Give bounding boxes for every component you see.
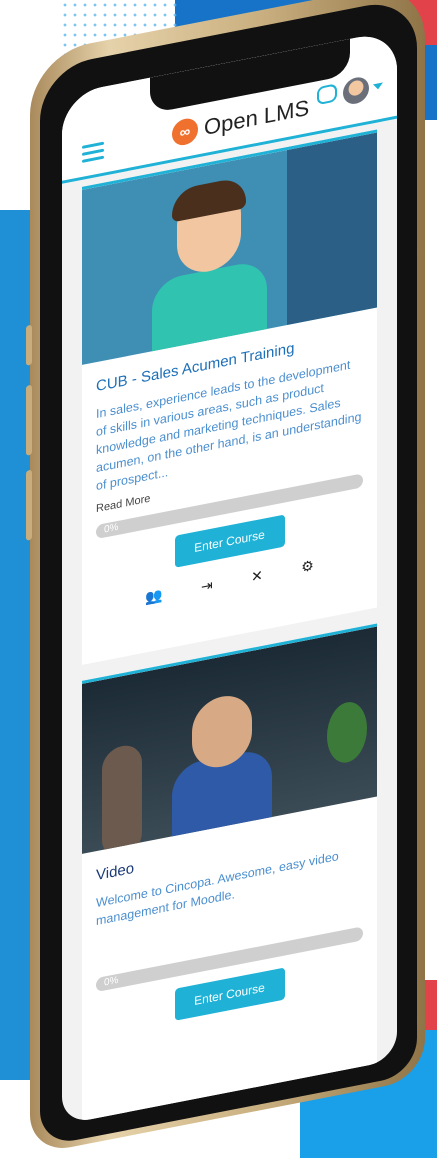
progress-label: 0% bbox=[104, 974, 119, 989]
course-card: Video Welcome to Cincopa. Awesome, easy … bbox=[82, 623, 377, 1125]
phone-frame: ∞ Open LMS CUB - Sales Acumen Training I… bbox=[26, 0, 425, 1156]
logo-mark-icon: ∞ bbox=[172, 116, 198, 148]
logo-text: Open LMS bbox=[204, 94, 310, 141]
close-icon[interactable]: ✕ bbox=[251, 567, 263, 586]
phone-volume-down bbox=[26, 469, 32, 541]
chat-icon[interactable] bbox=[317, 83, 337, 106]
gear-icon[interactable]: ⚙ bbox=[301, 557, 314, 576]
avatar[interactable] bbox=[343, 75, 369, 107]
phone-volume-up bbox=[26, 384, 32, 456]
enrol-icon[interactable]: ⇥ bbox=[201, 576, 213, 595]
phone-bezel: ∞ Open LMS CUB - Sales Acumen Training I… bbox=[40, 0, 417, 1148]
hamburger-icon[interactable] bbox=[82, 141, 104, 163]
caret-down-icon[interactable] bbox=[373, 82, 383, 91]
progress-label: 0% bbox=[104, 521, 119, 536]
course-card: CUB - Sales Acumen Training In sales, ex… bbox=[82, 129, 377, 665]
enter-course-button[interactable]: Enter Course bbox=[174, 967, 285, 1021]
users-icon[interactable]: 👥 bbox=[145, 586, 162, 606]
phone-mute-switch bbox=[26, 324, 32, 366]
phone-screen: ∞ Open LMS CUB - Sales Acumen Training I… bbox=[62, 29, 397, 1125]
